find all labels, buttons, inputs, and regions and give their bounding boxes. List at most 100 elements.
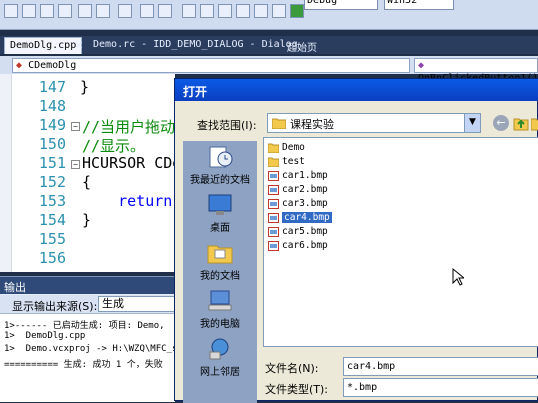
- line-number: 150: [38, 135, 66, 153]
- toolbar-button[interactable]: [140, 4, 154, 18]
- toolbar-button[interactable]: [254, 4, 268, 18]
- line-number: 152: [38, 173, 66, 191]
- code-line: {: [82, 173, 92, 191]
- toolbar-button[interactable]: [158, 4, 172, 18]
- method-icon: ◆: [418, 60, 425, 71]
- open-file-dialog: 打开 查找范围(I): 课程实验 ▼ ← 我最近的文档 桌面 我的文档 我的电脑…: [174, 78, 538, 403]
- network-places-icon: [209, 338, 229, 360]
- class-combo[interactable]: ◆ CDemoDlg: [12, 58, 410, 73]
- up-folder-icon[interactable]: [513, 115, 529, 131]
- output-line: 1>------ 已启动生成: 项目: Demo,: [4, 321, 165, 331]
- list-item[interactable]: Demo: [268, 141, 305, 155]
- toolbar-button[interactable]: [236, 4, 250, 18]
- code-line: //显示。: [82, 137, 146, 155]
- place-my-computer[interactable]: 我的电脑: [183, 289, 257, 330]
- toolbar-button[interactable]: [200, 4, 214, 18]
- configuration-combo[interactable]: Debug: [304, 0, 378, 10]
- file-list[interactable]: Demo test car1.bmp car2.bmp car3.bmp car…: [263, 137, 538, 347]
- lookin-value: 课程实验: [290, 118, 334, 131]
- close-icon[interactable]: ✕: [74, 39, 83, 52]
- tab-demodlg-cpp[interactable]: DemoDlg.cpp: [4, 37, 83, 54]
- file-name: car3.bmp: [282, 198, 328, 209]
- tab-start-page[interactable]: 起始页: [282, 37, 322, 54]
- file-name: Demo: [282, 142, 305, 153]
- recent-documents-icon: [209, 146, 233, 168]
- platform-combo[interactable]: Win32: [384, 0, 454, 10]
- list-item[interactable]: car3.bmp: [268, 197, 328, 211]
- code-editor[interactable]: 147 } 148 149 − //当用户拖动 150 //显示。 151 − …: [0, 74, 190, 272]
- toolbar-button[interactable]: [96, 4, 110, 18]
- list-item[interactable]: car2.bmp: [268, 183, 328, 197]
- list-item-selected[interactable]: car4.bmp: [268, 211, 332, 225]
- bitmap-file-icon: [268, 212, 279, 223]
- desktop-icon: [208, 194, 232, 215]
- output-line: 1> Demo.vcxproj -> H:\WZQ\MFC_s: [4, 344, 175, 354]
- start-debug-icon[interactable]: [290, 4, 304, 18]
- output-panel: 输出 显示输出来源(S): 生成 1>------ 已启动生成: 项目: Dem…: [0, 276, 175, 402]
- line-number: 149: [38, 116, 66, 134]
- bitmap-file-icon: [268, 226, 279, 237]
- place-label: 我最近的文档: [190, 175, 250, 186]
- output-line: 1> DemoDlg.cpp: [4, 331, 86, 341]
- back-icon[interactable]: ←: [493, 115, 509, 131]
- code-line: //当用户拖动: [82, 118, 176, 136]
- dialog-title: 打开: [175, 79, 538, 101]
- place-my-documents[interactable]: 我的文档: [183, 241, 257, 282]
- tab-label: DemoDlg.cpp: [10, 40, 77, 51]
- member-combo[interactable]: ◆ OnBnClickedButton1(): [414, 58, 538, 84]
- file-name: car6.bmp: [282, 240, 328, 251]
- place-network[interactable]: 网上邻居: [183, 337, 257, 378]
- my-computer-icon: [208, 290, 232, 311]
- collapse-icon[interactable]: −: [71, 160, 80, 169]
- toolbar-button[interactable]: [4, 4, 18, 18]
- list-item[interactable]: car5.bmp: [268, 225, 328, 239]
- folder-icon: [272, 118, 286, 129]
- toolbar-button[interactable]: [272, 4, 286, 18]
- code-line: }: [80, 78, 90, 96]
- folder-icon: [268, 157, 279, 167]
- place-desktop[interactable]: 桌面: [183, 193, 257, 234]
- bitmap-file-icon: [268, 198, 279, 209]
- collapse-icon[interactable]: −: [71, 122, 80, 131]
- output-title: 输出: [0, 277, 175, 294]
- output-source-label: 显示输出来源(S):: [12, 300, 98, 313]
- document-tabs: DemoDlg.cpp ✕ Demo.rc - IDD_DEMO_DIALOG …: [0, 36, 538, 54]
- toolbar-button[interactable]: [22, 4, 36, 18]
- list-item[interactable]: car1.bmp: [268, 169, 328, 183]
- toolbar-button[interactable]: [218, 4, 232, 18]
- filetype-label: 文件类型(T):: [265, 383, 329, 396]
- class-icon: ◆: [16, 60, 23, 71]
- place-recent-documents[interactable]: 我最近的文档: [183, 145, 257, 186]
- navigation-bar: ◆ CDemoDlg ◆ OnBnClickedButton1(): [0, 56, 538, 84]
- toolbar-button[interactable]: [182, 4, 196, 18]
- chevron-down-icon[interactable]: ▼: [464, 114, 480, 132]
- file-name: car4.bmp: [282, 212, 332, 223]
- tab-demo-rc-dialog[interactable]: Demo.rc - IDD_DEMO_DIALOG - Dialog: [88, 37, 303, 54]
- code-line: }: [82, 211, 92, 229]
- filetype-select[interactable]: *.bmp: [343, 378, 538, 397]
- output-source-combo[interactable]: 生成: [98, 296, 175, 312]
- toolbar-button[interactable]: [58, 4, 72, 18]
- place-label: 我的文档: [200, 271, 240, 282]
- folder-icon: [268, 143, 279, 153]
- new-folder-icon[interactable]: [531, 115, 538, 131]
- lookin-combo[interactable]: 课程实验 ▼: [267, 113, 481, 133]
- output-toolbar: 显示输出来源(S): 生成: [0, 295, 175, 314]
- line-number: 148: [38, 97, 66, 115]
- toolbar-button[interactable]: [78, 4, 92, 18]
- place-label: 我的电脑: [200, 319, 240, 330]
- class-value: CDemoDlg: [28, 60, 77, 71]
- list-item[interactable]: test: [268, 155, 305, 169]
- tab-label: 起始页: [287, 43, 317, 54]
- tab-label: Demo.rc - IDD_DEMO_DIALOG - Dialog: [93, 39, 298, 50]
- place-label: 桌面: [210, 223, 230, 234]
- editor-gutter: [0, 74, 12, 272]
- list-item[interactable]: car6.bmp: [268, 239, 328, 253]
- toolbar-button[interactable]: [118, 4, 132, 18]
- filename-input[interactable]: car4.bmp: [343, 357, 538, 376]
- line-number: 154: [38, 211, 66, 229]
- toolbar-button[interactable]: [40, 4, 54, 18]
- place-label: 网上邻居: [200, 367, 240, 378]
- bitmap-file-icon: [268, 170, 279, 181]
- bitmap-file-icon: [268, 184, 279, 195]
